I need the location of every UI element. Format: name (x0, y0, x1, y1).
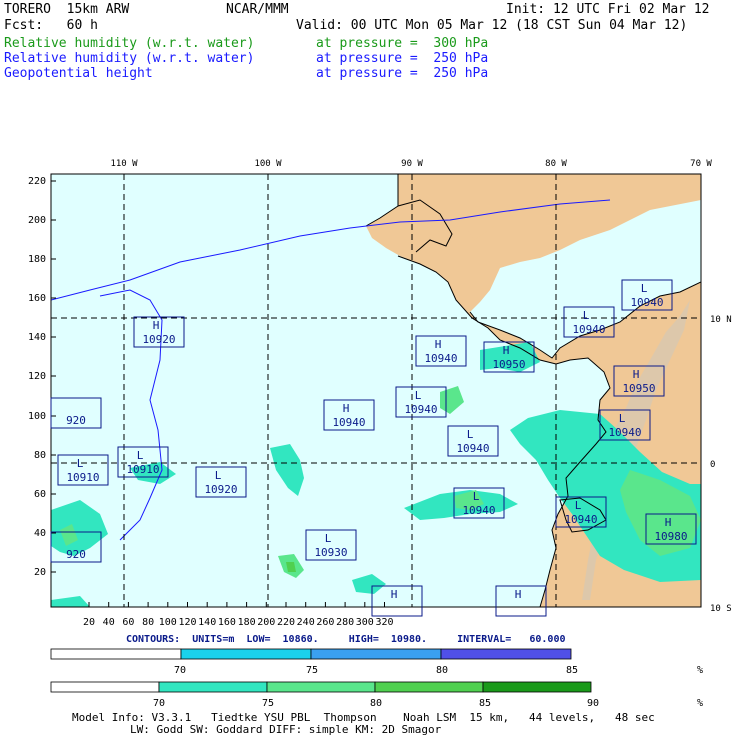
x-tick-label: 140 (198, 617, 216, 628)
latitude-label: 10 N (710, 315, 732, 325)
longitude-label: 100 W (254, 159, 282, 169)
colorbar-label: 90 (587, 698, 599, 709)
svg-text:L: L (77, 457, 84, 470)
x-tick-label: 40 (103, 617, 115, 628)
x-tick-label: 240 (297, 617, 315, 628)
x-tick-label: 280 (336, 617, 354, 628)
colorbar-segment (266, 681, 376, 693)
y-tick-label: 20 (34, 567, 46, 578)
colorbar-unit: % (697, 698, 703, 709)
x-tick-label: 220 (277, 617, 295, 628)
svg-text:H: H (633, 368, 640, 381)
colorbar-label: 80 (436, 665, 448, 676)
x-tick-label: 260 (316, 617, 334, 628)
latitude-label: 10 S (710, 604, 732, 614)
svg-text:10950: 10950 (492, 358, 525, 371)
svg-text:920: 920 (66, 414, 86, 427)
svg-text:10940: 10940 (572, 323, 605, 336)
y-tick-label: 60 (34, 489, 46, 500)
svg-text:10980: 10980 (654, 530, 687, 543)
svg-text:H: H (391, 588, 398, 601)
y-tick-label: 140 (28, 332, 46, 343)
svg-text:10930: 10930 (314, 546, 347, 559)
y-tick-label: 120 (28, 371, 46, 382)
svg-text:H: H (153, 319, 160, 332)
svg-text:10910: 10910 (126, 463, 159, 476)
y-tick-label: 40 (34, 528, 46, 539)
longitude-label: 110 W (110, 159, 138, 169)
colorbar-segment (440, 648, 572, 660)
svg-text:10910: 10910 (66, 471, 99, 484)
svg-text:10950: 10950 (622, 382, 655, 395)
colorbar-unit: % (697, 665, 703, 676)
svg-text:L: L (641, 282, 648, 295)
svg-text:L: L (467, 428, 474, 441)
model-info-line2: LW: Godd SW: Goddard DIFF: simple KM: 2D… (130, 723, 442, 736)
svg-text:L: L (415, 389, 422, 402)
svg-text:10920: 10920 (142, 333, 175, 346)
colorbar-label: 70 (153, 698, 165, 709)
x-tick-label: 300 (356, 617, 374, 628)
x-tick-label: 200 (257, 617, 275, 628)
colorbar-label: 80 (370, 698, 382, 709)
longitude-label: 80 W (545, 159, 567, 169)
x-tick-label: 20 (83, 617, 95, 628)
colorbar-label: 75 (262, 698, 274, 709)
svg-text:10940: 10940 (424, 352, 457, 365)
colorbar-segment (374, 681, 484, 693)
longitude-label: 90 W (401, 159, 423, 169)
svg-text:H: H (343, 402, 350, 415)
svg-text:H: H (515, 588, 522, 601)
svg-text:L: L (325, 532, 332, 545)
latitude-label: 0 (710, 460, 715, 470)
svg-text:10940: 10940 (462, 504, 495, 517)
y-tick-label: 160 (28, 293, 46, 304)
svg-text:L: L (215, 469, 222, 482)
y-tick-label: 180 (28, 254, 46, 265)
y-tick-label: 100 (28, 411, 46, 422)
svg-text:10940: 10940 (608, 426, 641, 439)
svg-text:L: L (473, 490, 480, 503)
svg-text:L: L (575, 499, 582, 512)
x-tick-label: 60 (122, 617, 134, 628)
x-tick-label: 120 (178, 617, 196, 628)
colorbar-label: 85 (479, 698, 491, 709)
svg-text:920: 920 (66, 548, 86, 561)
colorbar-segment (310, 648, 442, 660)
svg-text:10940: 10940 (404, 403, 437, 416)
y-tick-label: 80 (34, 450, 46, 461)
weather-map: 22020018016014012010080604020 20 40 60 80 10… (28, 159, 732, 628)
y-tick-label: 220 (28, 176, 46, 187)
svg-text:L: L (583, 309, 590, 322)
colorbar-segment (158, 681, 268, 693)
colorbar-label: 75 (306, 665, 318, 676)
x-tick-label: 80 (142, 617, 154, 628)
svg-text:10940: 10940 (630, 296, 663, 309)
x-tick-label: 180 (238, 617, 256, 628)
colorbar-label: 70 (174, 665, 186, 676)
colorbar-segment (50, 681, 160, 693)
y-tick-label: 200 (28, 215, 46, 226)
svg-text:H: H (503, 344, 510, 357)
x-tick-label: 100 (159, 617, 177, 628)
x-tick-label: 320 (375, 617, 393, 628)
svg-text:L: L (619, 412, 626, 425)
colorbar-segment (482, 681, 592, 693)
colorbar-segment (180, 648, 312, 660)
colorbar-label: 85 (566, 665, 578, 676)
svg-text:10940: 10940 (456, 442, 489, 455)
svg-text:L: L (137, 449, 144, 462)
svg-text:10940: 10940 (564, 513, 597, 526)
svg-text:10940: 10940 (332, 416, 365, 429)
svg-text:H: H (665, 516, 672, 529)
colorbar-segment (50, 648, 182, 660)
longitude-label: 70 W (690, 159, 712, 169)
svg-text:H: H (435, 338, 442, 351)
svg-text:10920: 10920 (204, 483, 237, 496)
x-tick-label: 160 (218, 617, 236, 628)
